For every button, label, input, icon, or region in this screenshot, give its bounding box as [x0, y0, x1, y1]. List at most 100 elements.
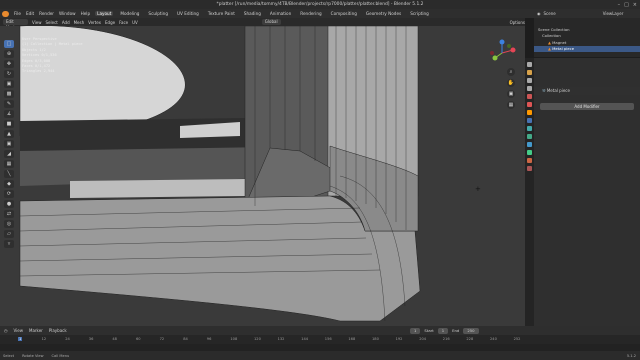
scene-tab-icon[interactable]: [527, 94, 532, 99]
scene-icon[interactable]: ◉: [537, 11, 541, 16]
menu-uv[interactable]: UV: [132, 20, 138, 25]
timeline-menu-playback[interactable]: Playback: [49, 328, 67, 333]
window-title: *platter [/run/media/tommy/4TB/Blender/p…: [0, 0, 640, 9]
tab-rendering[interactable]: Rendering: [298, 11, 323, 16]
menu-render[interactable]: Render: [39, 11, 54, 16]
stat-label: Objects: [22, 47, 38, 52]
options-menu[interactable]: Options: [510, 20, 525, 25]
viewport-stats: User Perspective (1) Collection | Metal …: [22, 37, 83, 75]
particles-tab-icon[interactable]: [527, 126, 532, 131]
tab-animation[interactable]: Animation: [268, 11, 293, 16]
end-frame-field[interactable]: 250: [463, 328, 479, 334]
camera-icon[interactable]: ▣: [507, 90, 515, 98]
menu-window[interactable]: Window: [59, 11, 76, 16]
timeline-tick-label: 60: [136, 337, 141, 341]
orientation-selector[interactable]: Global: [261, 19, 281, 25]
timeline-tick-label: 36: [88, 337, 94, 341]
output-tab-icon[interactable]: [527, 78, 532, 83]
view-layer-selector[interactable]: ViewLayer: [603, 11, 624, 16]
menu-edit[interactable]: Edit: [26, 11, 34, 16]
move-icon[interactable]: ✥: [4, 60, 14, 68]
smooth-icon[interactable]: ●: [4, 200, 14, 208]
scene-selector[interactable]: Scene: [544, 11, 556, 16]
tab-sculpting[interactable]: Sculpting: [146, 11, 170, 16]
timeline-tracks[interactable]: [0, 344, 640, 351]
clock-icon[interactable]: ◷: [4, 328, 8, 333]
menu-vertex[interactable]: Vertex: [88, 20, 101, 25]
scale-icon[interactable]: ▣: [4, 80, 14, 88]
edge-slide-icon[interactable]: ⇄: [4, 210, 14, 218]
poly-build-icon[interactable]: ◆: [4, 180, 14, 188]
tab-shading[interactable]: Shading: [242, 11, 263, 16]
rotate-icon[interactable]: ↻: [4, 70, 14, 78]
shear-icon[interactable]: ▱: [4, 230, 14, 238]
timeline-menu-marker[interactable]: Marker: [29, 328, 43, 333]
loop-cut-icon[interactable]: ▦: [4, 160, 14, 168]
start-frame-field[interactable]: 1: [437, 328, 449, 334]
perspective-icon[interactable]: ▦: [507, 101, 515, 109]
render-tab-icon[interactable]: [527, 70, 532, 75]
current-frame-field[interactable]: 1: [410, 328, 421, 334]
inset-icon[interactable]: ▣: [4, 140, 14, 148]
shrink-icon[interactable]: ◎: [4, 220, 14, 228]
menu-add[interactable]: Add: [62, 20, 70, 25]
minimize-icon[interactable]: –: [618, 2, 621, 8]
constraints-tab-icon[interactable]: [527, 142, 532, 147]
navigation-gizmo[interactable]: [487, 38, 517, 68]
zoom-icon[interactable]: ⌕: [507, 68, 515, 76]
timeline-tick-label: 108: [230, 337, 238, 341]
view-layer-tab-icon[interactable]: [527, 86, 532, 91]
timeline-header: ◷ View Marker Playback: [0, 326, 640, 335]
tab-texture-paint[interactable]: Texture Paint: [206, 11, 237, 16]
tab-modeling[interactable]: Modeling: [118, 11, 141, 16]
menu-view[interactable]: View: [32, 20, 42, 25]
spin-icon[interactable]: ⟳: [4, 190, 14, 198]
timeline-tick-label: 144: [301, 337, 309, 341]
material-tab-icon[interactable]: [527, 158, 532, 163]
menu-mesh[interactable]: Mesh: [74, 20, 85, 25]
frame-controls: 1 Start 1 End 250: [410, 328, 479, 334]
modifier-tab-icon[interactable]: [527, 118, 532, 123]
stat-value: 0/3,008: [35, 58, 51, 63]
outliner-row-collection[interactable]: Collection: [534, 33, 640, 39]
menu-face[interactable]: Face: [119, 20, 128, 25]
add-cube-icon[interactable]: ■: [4, 120, 14, 128]
mode-selector[interactable]: Edit Mode: [3, 19, 29, 30]
tab-compositing[interactable]: Compositing: [329, 11, 359, 16]
timeline-tick-label: 1: [18, 337, 23, 341]
measure-icon[interactable]: ∡: [4, 110, 14, 118]
outliner-header: ◉ Scene ViewLayer: [534, 9, 640, 18]
select-box-icon[interactable]: □: [4, 40, 14, 48]
cursor-icon[interactable]: ⊕: [4, 50, 14, 58]
stat-value: 1/2: [39, 47, 46, 52]
timeline-tick-label: 120: [254, 337, 261, 341]
transform-icon[interactable]: ▩: [4, 90, 14, 98]
extrude-icon[interactable]: ▲: [4, 130, 14, 138]
blender-logo-icon[interactable]: [2, 10, 9, 17]
data-tab-icon[interactable]: [527, 150, 532, 155]
object-tab-icon[interactable]: [527, 110, 532, 115]
tab-scripting[interactable]: Scripting: [408, 11, 431, 16]
maximize-icon[interactable]: □: [624, 2, 629, 8]
close-icon[interactable]: ×: [633, 2, 637, 8]
pan-icon[interactable]: ✋: [507, 79, 515, 87]
menu-file[interactable]: File: [14, 11, 21, 16]
menu-select[interactable]: Select: [46, 20, 58, 25]
menu-edge[interactable]: Edge: [105, 20, 115, 25]
bevel-icon[interactable]: ◢: [4, 150, 14, 158]
annotate-icon[interactable]: ✎: [4, 100, 14, 108]
tab-uv-editing[interactable]: UV Editing: [175, 11, 201, 16]
texture-tab-icon[interactable]: [527, 166, 532, 171]
knife-icon[interactable]: ╲: [4, 170, 14, 178]
tab-layout[interactable]: Layout: [95, 11, 114, 16]
add-modifier-button[interactable]: Add Modifier: [540, 103, 634, 110]
menu-help[interactable]: Help: [81, 11, 91, 16]
outliner-row-metal-piece[interactable]: ▲ Metal piece: [534, 46, 640, 52]
tab-geometry-nodes[interactable]: Geometry Nodes: [364, 11, 403, 16]
timeline-ruler[interactable]: 1 12 24 36 48 60 72 84 96 108 120 132 144 156 168 180 19…: [0, 335, 640, 344]
world-tab-icon[interactable]: [527, 102, 532, 107]
timeline-menu-view[interactable]: View: [14, 328, 24, 333]
physics-tab-icon[interactable]: [527, 134, 532, 139]
tool-tab-icon[interactable]: [527, 62, 532, 67]
rip-icon[interactable]: ▿: [4, 240, 14, 248]
